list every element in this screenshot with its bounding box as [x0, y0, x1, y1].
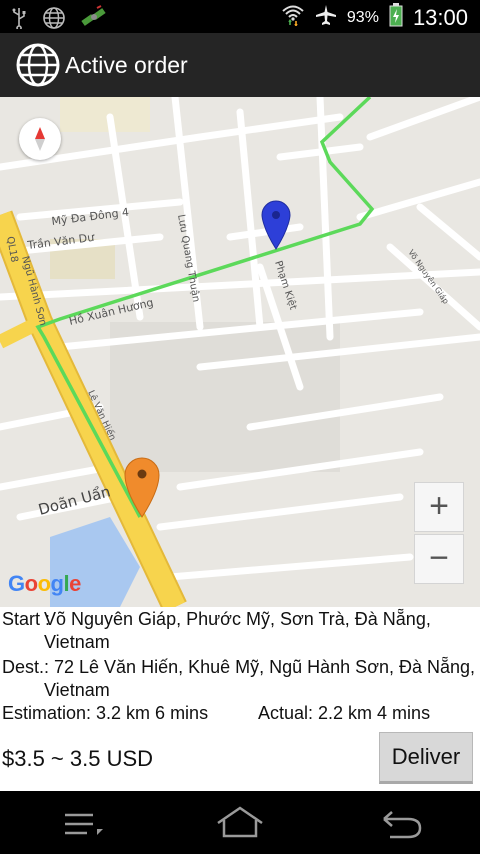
action-bar: Active order	[0, 33, 480, 97]
airplane-mode-icon	[315, 4, 337, 31]
globe-icon[interactable]	[16, 43, 60, 87]
compass-icon	[35, 127, 45, 151]
navigation-bar	[0, 791, 480, 854]
wifi-icon	[281, 4, 305, 31]
google-attribution: Google	[8, 571, 81, 596]
satellite-icon	[80, 5, 108, 36]
start-line1: Võ Nguyên Giáp, Phước Mỹ, Sơn Trà, Đà Nẵ…	[44, 609, 431, 629]
clock: 13:00	[412, 4, 468, 30]
usb-icon	[10, 7, 28, 34]
globe-icon	[42, 6, 66, 35]
start-line2: Vietnam	[44, 632, 110, 652]
deliver-button[interactable]: Deliver	[379, 732, 473, 784]
page-title: Active order	[65, 52, 188, 78]
compass-button[interactable]	[19, 118, 61, 160]
map-view[interactable]: Mỹ Đa Đông 4 Trần Văn Dư Lưu Quang Thuận…	[0, 97, 480, 607]
battery-percent: 93%	[346, 8, 379, 26]
estimation-text: Estimation: 3.2 km 6 mins	[2, 703, 209, 723]
order-details: Start : Võ Nguyên Giáp, Phước Mỹ, Sơn Tr…	[0, 607, 480, 791]
zoom-out-button[interactable]: −	[414, 534, 464, 584]
home-icon[interactable]	[210, 803, 270, 843]
price-text: $3.5 ~ 3.5 USD	[2, 746, 154, 771]
dest-line2: Vietnam	[44, 680, 110, 700]
dest-label: Dest.:	[2, 657, 50, 677]
back-icon[interactable]	[370, 803, 430, 843]
dest-line1: 72 Lê Văn Hiến, Khuê Mỹ, Ngũ Hành Sơn, Đ…	[54, 657, 476, 677]
actual-text: Actual: 2.2 km 4 mins	[258, 703, 431, 723]
battery-charging-icon	[389, 3, 403, 32]
zoom-in-button[interactable]: +	[414, 482, 464, 532]
start-label: Start :	[2, 609, 51, 629]
menu-icon[interactable]	[55, 803, 115, 843]
status-bar: 93% 13:00	[0, 0, 480, 33]
